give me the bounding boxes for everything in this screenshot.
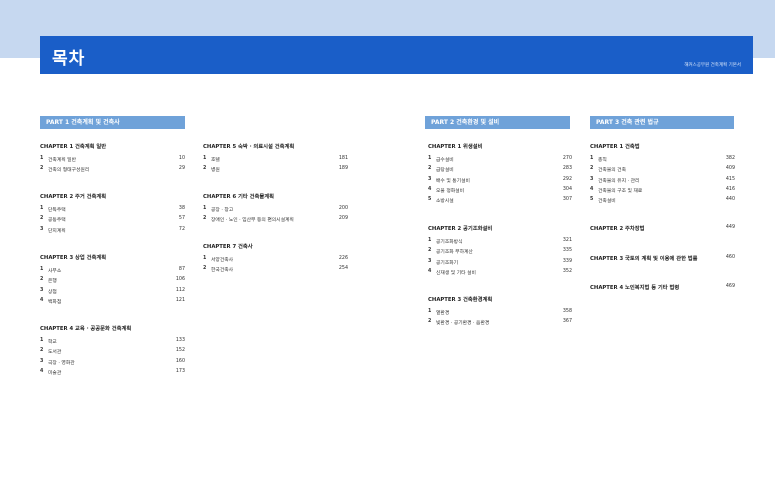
toc-entry[interactable]: 3 상점 112 — [40, 288, 185, 298]
chapter-block: CHAPTER 1 건축계획 일반 1 건축계획 일반 10 2 건축의 형태구성원리… — [40, 142, 185, 177]
toc-entry[interactable]: 1 학교 133 — [40, 338, 185, 348]
toc-entry[interactable]: 2 공기조화 부하계산 335 — [428, 248, 572, 258]
chapter-block: CHAPTER 2 주거 건축계획 1 단독주택 38 2 공동주택 57 3 단지계획 7… — [40, 192, 185, 237]
toc-entry[interactable]: 1 공기조화방식 321 — [428, 238, 572, 248]
chapter-title[interactable]: CHAPTER 7 건축사 — [203, 242, 348, 250]
toc-entry[interactable]: 2 은행 106 — [40, 277, 185, 287]
toc-entry[interactable]: 3 극장 · 영화관 160 — [40, 359, 185, 369]
toc-entry[interactable]: 1 사무소 87 — [40, 267, 185, 277]
toc-entry[interactable]: 2 급탕설비 283 — [428, 166, 572, 176]
chapter-page-number: 449 — [725, 225, 735, 230]
chapter-title[interactable]: CHAPTER 1 건축법 — [590, 142, 735, 150]
toc-entry[interactable]: 5 건축설비 440 — [590, 197, 735, 207]
toc-entry[interactable]: 3 공기조화기 339 — [428, 259, 572, 269]
toc-entry[interactable]: 2 공동주택 57 — [40, 216, 185, 226]
toc-entry[interactable]: 2 병원 189 — [203, 166, 348, 176]
chapter-block: CHAPTER 6 기타 건축물계획 1 공장 · 창고 200 2 장애인 · 노인… — [203, 192, 348, 227]
book-subtitle: 해커스공무원 건축계획 기본서 — [684, 63, 741, 68]
chapter-title[interactable]: CHAPTER 2 공기조화설비 — [428, 224, 572, 232]
page-title: 목차 — [52, 49, 86, 69]
chapter-title[interactable]: CHAPTER 5 숙박 · 의료시설 건축계획 — [203, 142, 348, 150]
toc-entry[interactable]: 4 백화점 121 — [40, 298, 185, 308]
chapter-block: CHAPTER 1 위생설비 1 급수설비 270 2 급탕설비 283 3 배수 및 통… — [428, 142, 572, 207]
toc-entry[interactable]: 1 급수설비 270 — [428, 156, 572, 166]
toc-entry[interactable]: 4 신재생 및 기타 설비 352 — [428, 269, 572, 279]
chapter-title[interactable]: CHAPTER 2 주차장법 449 — [590, 224, 735, 232]
chapter-block: CHAPTER 3 상업 건축계획 1 사무소 87 2 은행 106 3 상점 112 4… — [40, 253, 185, 308]
chapter-page-number: 469 — [725, 284, 735, 289]
toc-entry[interactable]: 5 소방시설 307 — [428, 197, 572, 207]
toc-entry[interactable]: 4 건축물의 구조 및 재료 416 — [590, 187, 735, 197]
chapter-title[interactable]: CHAPTER 3 상업 건축계획 — [40, 253, 185, 261]
toc-entry[interactable]: 1 건축계획 일반 10 — [40, 156, 185, 166]
toc-entry[interactable]: 1 총칙 382 — [590, 156, 735, 166]
toc-entry[interactable]: 3 배수 및 통기설비 292 — [428, 177, 572, 187]
chapter-block: CHAPTER 2 공기조화설비 1 공기조화방식 321 2 공기조화 부하계산 33… — [428, 224, 572, 279]
chapter-title[interactable]: CHAPTER 6 기타 건축물계획 — [203, 192, 348, 200]
toc-entry[interactable]: 1 단독주택 38 — [40, 206, 185, 216]
chapter-title[interactable]: CHAPTER 1 위생설비 — [428, 142, 572, 150]
toc-entry[interactable]: 1 서양건축사 226 — [203, 256, 348, 266]
toc-entry[interactable]: 1 열환경 358 — [428, 309, 572, 319]
chapter-title[interactable]: CHAPTER 3 건축환경계획 — [428, 295, 572, 303]
chapter-block: CHAPTER 1 건축법 1 총칙 382 2 건축물의 건축 409 3 건축물의 유… — [590, 142, 735, 207]
toc-entry[interactable]: 2 건축의 형태구성원리 29 — [40, 166, 185, 176]
chapter-page-number: 460 — [725, 255, 735, 260]
toc-entry[interactable]: 1 공장 · 창고 200 — [203, 206, 348, 216]
chapter-block: CHAPTER 7 건축사 1 서양건축사 226 2 한국건축사 254 — [203, 242, 348, 277]
chapter-title[interactable]: CHAPTER 4 노인복지법 등 기타 법령 469 — [590, 283, 735, 291]
toc-entry[interactable]: 2 장애인 · 노인 · 임산부 등의 편의시설계획 209 — [203, 216, 348, 226]
toc-entry[interactable]: 2 도서관 152 — [40, 348, 185, 358]
chapter-block: CHAPTER 5 숙박 · 의료시설 건축계획 1 호텔 181 2 병원 189 — [203, 142, 348, 177]
chapter-title[interactable]: CHAPTER 3 국토의 계획 및 이용에 관한 법률 460 — [590, 254, 735, 262]
toc-entry[interactable]: 4 오물 정화설비 304 — [428, 187, 572, 197]
toc-entry[interactable]: 4 미술관 173 — [40, 369, 185, 379]
toc-entry[interactable]: 2 건축물의 건축 409 — [590, 166, 735, 176]
chapter-block: CHAPTER 4 교육 · 공공문화 건축계획 1 학교 133 2 도서관 152 … — [40, 324, 185, 379]
chapter-title[interactable]: CHAPTER 1 건축계획 일반 — [40, 142, 185, 150]
toc-entry[interactable]: 3 단지계획 72 — [40, 227, 185, 237]
toc-entry[interactable]: 2 한국건축사 254 — [203, 266, 348, 276]
toc-entry[interactable]: 3 건축물의 유지 · 관리 415 — [590, 177, 735, 187]
chapter-title[interactable]: CHAPTER 4 교육 · 공공문화 건축계획 — [40, 324, 185, 332]
part-1-header: PART 1 건축계획 및 건축사 — [40, 116, 185, 129]
chapter-title[interactable]: CHAPTER 2 주거 건축계획 — [40, 192, 185, 200]
part-3-header: PART 3 건축 관련 법규 — [590, 116, 734, 129]
header-banner: 목차 해커스공무원 건축계획 기본서 — [40, 36, 753, 74]
toc-entry[interactable]: 2 빛환경 · 공기환경 · 음환경 367 — [428, 319, 572, 329]
part-2-header: PART 2 건축환경 및 설비 — [425, 116, 570, 129]
toc-entry[interactable]: 1 호텔 181 — [203, 156, 348, 166]
chapter-block: CHAPTER 3 건축환경계획 1 열환경 358 2 빛환경 · 공기환경 · 음… — [428, 295, 572, 330]
